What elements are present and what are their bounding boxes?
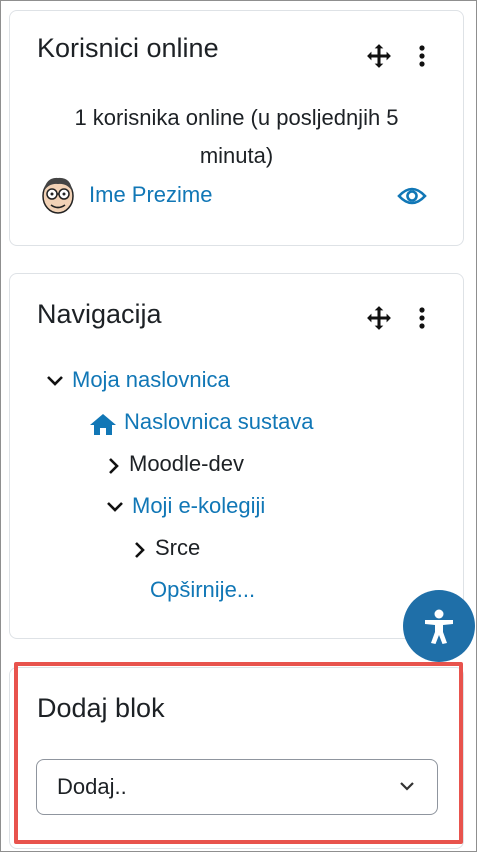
online-summary-line1: 1 korisnika online (u posljednjih 5 (74, 105, 399, 130)
nav-item-label: Srce (155, 535, 201, 560)
avatar (36, 173, 80, 217)
eye-icon[interactable] (396, 182, 428, 210)
home-icon (88, 412, 118, 441)
navigation-block: Navigacija Moja naslovnica Naslovnica su… (9, 273, 464, 639)
online-summary-line2: minuta) (199, 143, 274, 168)
chevron-down-icon (106, 499, 124, 520)
online-users-block: Korisnici online 1 korisnika online (u p… (9, 10, 464, 246)
accessibility-icon (425, 609, 453, 644)
accessibility-button[interactable] (403, 590, 475, 662)
nav-item-label: Moodle-dev (129, 451, 244, 476)
navigation-title: Navigacija (37, 299, 162, 329)
online-user-link[interactable]: Ime Prezime (89, 182, 212, 208)
move-icon[interactable] (365, 42, 393, 70)
nav-item-label: Moji e-kolegiji (132, 493, 266, 518)
chevron-right-icon (106, 457, 120, 480)
kebab-menu-icon[interactable] (408, 304, 436, 332)
nav-more-link[interactable]: Opširnije... (150, 577, 255, 603)
chevron-down-icon (46, 373, 64, 394)
highlight-box (14, 662, 463, 844)
kebab-menu-icon[interactable] (408, 42, 436, 70)
chevron-right-icon (132, 541, 146, 564)
move-icon[interactable] (365, 304, 393, 332)
online-users-title: Korisnici online (37, 33, 219, 63)
nav-item-label: Moja naslovnica (72, 367, 230, 392)
nav-item-label: Naslovnica sustava (124, 409, 314, 434)
